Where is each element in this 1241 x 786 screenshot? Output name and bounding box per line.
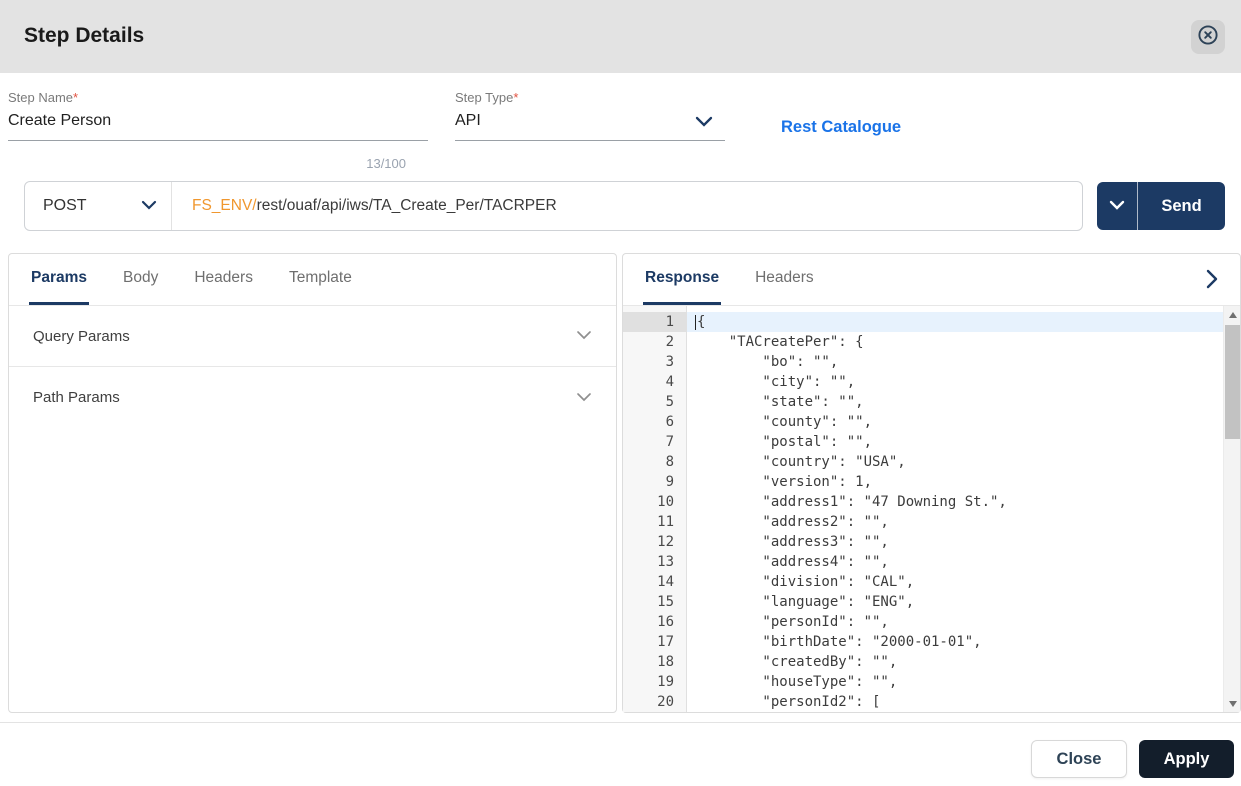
step-name-field[interactable]: Step Name* Create Person 13/100 [8,90,428,141]
line-number: 3 [623,352,686,372]
chevron-down-icon [141,197,157,215]
scroll-up-arrow[interactable] [1224,306,1241,323]
line-number: 15 [623,592,686,612]
divider [171,182,172,230]
code-line: { [687,312,1223,332]
required-asterisk: * [513,90,518,105]
line-number: 19 [623,672,686,692]
code-line: "address1": "47 Downing St.", [695,492,1223,512]
close-button[interactable]: Close [1031,740,1127,778]
step-name-label: Step Name* [8,90,428,105]
tab-body[interactable]: Body [121,254,160,305]
method-value: POST [43,197,87,215]
code-line: "country": "USA", [695,452,1223,472]
response-code-editor[interactable]: 1 2 3 4 5 6 7 8 9 10 11 12 13 14 15 16 1… [623,306,1240,712]
url-path: rest/ouaf/api/iws/TA_Create_Per/TACRPER [257,197,557,214]
code-line: "postal": "", [695,432,1223,452]
chevron-down-icon[interactable] [695,114,713,132]
close-dialog-button[interactable] [1191,20,1225,54]
path-params-accordion[interactable]: Path Params [9,367,616,428]
tab-response-headers[interactable]: Headers [753,254,816,305]
tab-response[interactable]: Response [643,254,721,305]
query-params-accordion[interactable]: Query Params [9,306,616,367]
line-number: 2 [623,332,686,352]
request-url-bar: POST FS_ENV/rest/ouaf/api/iws/TA_Create_… [24,181,1083,231]
line-number: 13 [623,552,686,572]
code-line: "city": "", [695,372,1223,392]
step-type-field[interactable]: Step Type* API [455,90,725,141]
rest-catalogue-link[interactable]: Rest Catalogue [781,118,901,137]
tab-params[interactable]: Params [29,254,89,305]
code-line: "bo": "", [695,352,1223,372]
text-cursor [695,315,696,330]
code-line: "TACreatePer": { [695,332,1223,352]
line-number: 1 [623,312,686,332]
circled-x-icon [1196,23,1220,52]
code-line: "birthDate": "2000-01-01", [695,632,1223,652]
line-number: 12 [623,532,686,552]
path-params-label: Path Params [33,389,120,406]
send-options-caret[interactable] [1097,182,1137,230]
send-button[interactable]: Send [1097,182,1225,230]
line-number: 18 [623,652,686,672]
step-details-dialog: Step Details Step Name* Create Person 13… [0,0,1241,786]
chevron-down-icon [576,327,592,345]
chevron-right-icon [1206,276,1218,293]
line-number: 4 [623,372,686,392]
line-number: 6 [623,412,686,432]
code-line: "createdBy": "", [695,652,1223,672]
request-panel: Params Body Headers Template Query Param… [8,253,617,713]
code-line: "language": "ENG", [695,592,1223,612]
chevron-down-icon [576,389,592,407]
line-number: 16 [623,612,686,632]
triangle-up-icon [1229,312,1237,318]
dialog-header: Step Details [0,0,1241,73]
send-button-label: Send [1138,182,1225,230]
response-panel: Response Headers 1 2 3 4 5 6 7 8 9 10 11 [622,253,1241,713]
step-type-select[interactable]: API [455,112,725,140]
chevron-down-icon [1109,197,1125,215]
step-type-label: Step Type* [455,90,725,105]
url-input[interactable]: FS_ENV/rest/ouaf/api/iws/TA_Create_Per/T… [192,197,557,215]
char-counter: 13/100 [366,156,406,171]
code-line: "personId": "", [695,612,1223,632]
line-number: 11 [623,512,686,532]
line-number: 10 [623,492,686,512]
footer-divider [0,722,1241,723]
line-number: 17 [623,632,686,652]
code-line: "houseType": "", [695,672,1223,692]
expand-panel-button[interactable] [1206,269,1218,294]
required-asterisk: * [73,90,78,105]
code-line: "version": 1, [695,472,1223,492]
line-number: 20 [623,692,686,712]
line-number-gutter: 1 2 3 4 5 6 7 8 9 10 11 12 13 14 15 16 1… [623,306,687,712]
step-name-input[interactable]: Create Person [8,112,428,140]
apply-button[interactable]: Apply [1139,740,1234,778]
tab-template[interactable]: Template [287,254,354,305]
tab-headers[interactable]: Headers [192,254,255,305]
page-title: Step Details [24,24,144,48]
line-number: 14 [623,572,686,592]
vertical-scrollbar[interactable] [1223,306,1240,712]
code-line: "address4": "", [695,552,1223,572]
response-tabs: Response Headers [623,254,1240,306]
code-line: "address2": "", [695,512,1223,532]
scrollbar-thumb[interactable] [1225,325,1240,439]
line-number: 9 [623,472,686,492]
env-variable-token: FS_ENV/ [192,197,257,214]
request-tabs: Params Body Headers Template [9,254,616,306]
code-line: "state": "", [695,392,1223,412]
code-line: "division": "CAL", [695,572,1223,592]
line-number: 5 [623,392,686,412]
query-params-label: Query Params [33,328,130,345]
triangle-down-icon [1229,701,1237,707]
code-line: "address3": "", [695,532,1223,552]
code-content[interactable]: { "TACreatePer": { "bo": "", "city": "",… [687,306,1223,712]
scroll-down-arrow[interactable] [1224,695,1241,712]
code-line: "county": "", [695,412,1223,432]
code-line: "personId2": [ [695,692,1223,712]
method-select[interactable]: POST [25,197,171,215]
line-number: 8 [623,452,686,472]
line-number: 7 [623,432,686,452]
